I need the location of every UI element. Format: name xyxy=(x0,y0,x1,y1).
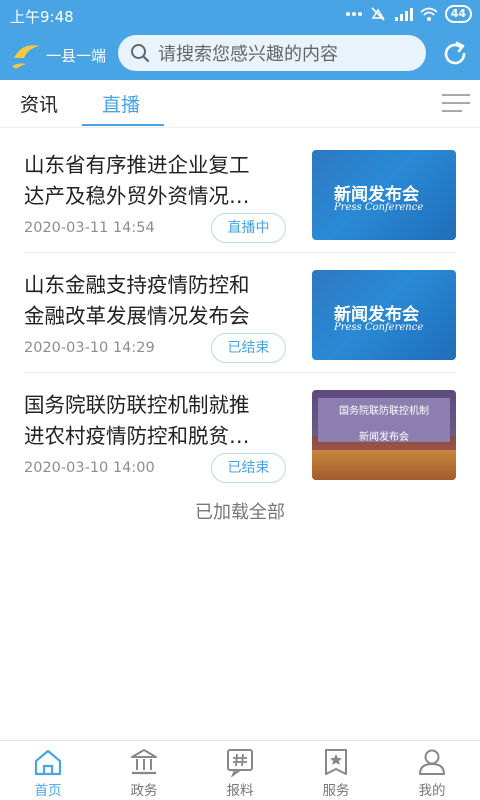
item-title: 山东省有序推进企业复工 达产及稳外贸外资情况… xyxy=(24,153,250,208)
list-item[interactable]: 山东金融支持疫情防控和 金融改革发展情况发布会 2020-03-10 14:29… xyxy=(0,270,480,388)
user-icon xyxy=(419,749,445,775)
nav-mine[interactable]: 我的 xyxy=(384,741,480,800)
service-star-icon xyxy=(325,749,347,775)
item-title: 山东金融支持疫情防控和 金融改革发展情况发布会 xyxy=(24,273,250,328)
list-item[interactable]: 国务院联防联控机制就推 进农村疫情防控和脱贫… 2020-03-10 14:00… xyxy=(0,390,480,508)
more-dots-icon xyxy=(345,12,362,16)
signal-icon xyxy=(394,8,413,21)
search-box[interactable]: 请搜索您感兴趣的内容 xyxy=(118,35,426,71)
item-date: 2020-03-10 14:00 xyxy=(24,460,155,476)
battery-indicator: 44 xyxy=(444,5,472,23)
logo-mark-icon xyxy=(12,45,40,69)
list-item[interactable]: 山东省有序推进企业复工 达产及稳外贸外资情况… 2020-03-11 14:54… xyxy=(0,150,480,268)
app-header: 一县一端 请搜索您感兴趣的内容 xyxy=(0,30,480,80)
search-icon xyxy=(131,44,150,63)
tab-live[interactable]: 直播 xyxy=(102,90,140,117)
thumbnail-banner: 国务院联防联控机制 新闻发布会 xyxy=(318,398,450,443)
government-building-icon xyxy=(131,749,157,775)
item-title: 国务院联防联控机制就推 进农村疫情防控和脱贫… xyxy=(24,393,250,448)
nav-home[interactable]: 首页 xyxy=(0,741,96,800)
search-placeholder: 请搜索您感兴趣的内容 xyxy=(158,44,338,65)
nav-service[interactable]: 服务 xyxy=(288,741,384,800)
refresh-icon[interactable] xyxy=(440,39,470,69)
menu-icon[interactable] xyxy=(442,92,470,114)
active-tab-indicator xyxy=(82,124,164,126)
nav-report[interactable]: 报料 xyxy=(192,741,288,800)
status-icons: 44 xyxy=(345,5,472,23)
divider xyxy=(24,252,456,253)
divider xyxy=(24,372,456,373)
item-thumbnail: 新闻发布会 Press Conference xyxy=(312,150,456,240)
app-name: 一县一端 xyxy=(46,46,107,65)
tab-news[interactable]: 资讯 xyxy=(20,90,58,117)
status-bar: 上午9:48 44 xyxy=(0,0,480,30)
status-badge: 直播中 xyxy=(211,213,286,243)
item-date: 2020-03-11 14:54 xyxy=(24,220,155,236)
home-icon xyxy=(34,749,62,776)
hashtag-icon xyxy=(227,749,253,777)
status-time: 上午9:48 xyxy=(10,8,74,26)
nav-government[interactable]: 政务 xyxy=(96,741,192,800)
thumbnail-table xyxy=(312,450,456,480)
wifi-icon xyxy=(420,7,438,21)
status-badge: 已结束 xyxy=(211,333,286,363)
status-badge: 已结束 xyxy=(211,453,286,483)
bottom-nav: 首页 政务 报料 服务 我的 xyxy=(0,740,480,800)
item-thumbnail: 新闻发布会 Press Conference xyxy=(312,270,456,360)
item-thumbnail: 国务院联防联控机制 新闻发布会 xyxy=(312,390,456,480)
item-date: 2020-03-10 14:29 xyxy=(24,340,155,356)
load-complete-text: 已加载全部 xyxy=(195,502,285,523)
mute-icon xyxy=(371,7,385,21)
app-logo: 一县一端 xyxy=(10,38,110,72)
category-tabs: 资讯 直播 xyxy=(0,80,480,128)
